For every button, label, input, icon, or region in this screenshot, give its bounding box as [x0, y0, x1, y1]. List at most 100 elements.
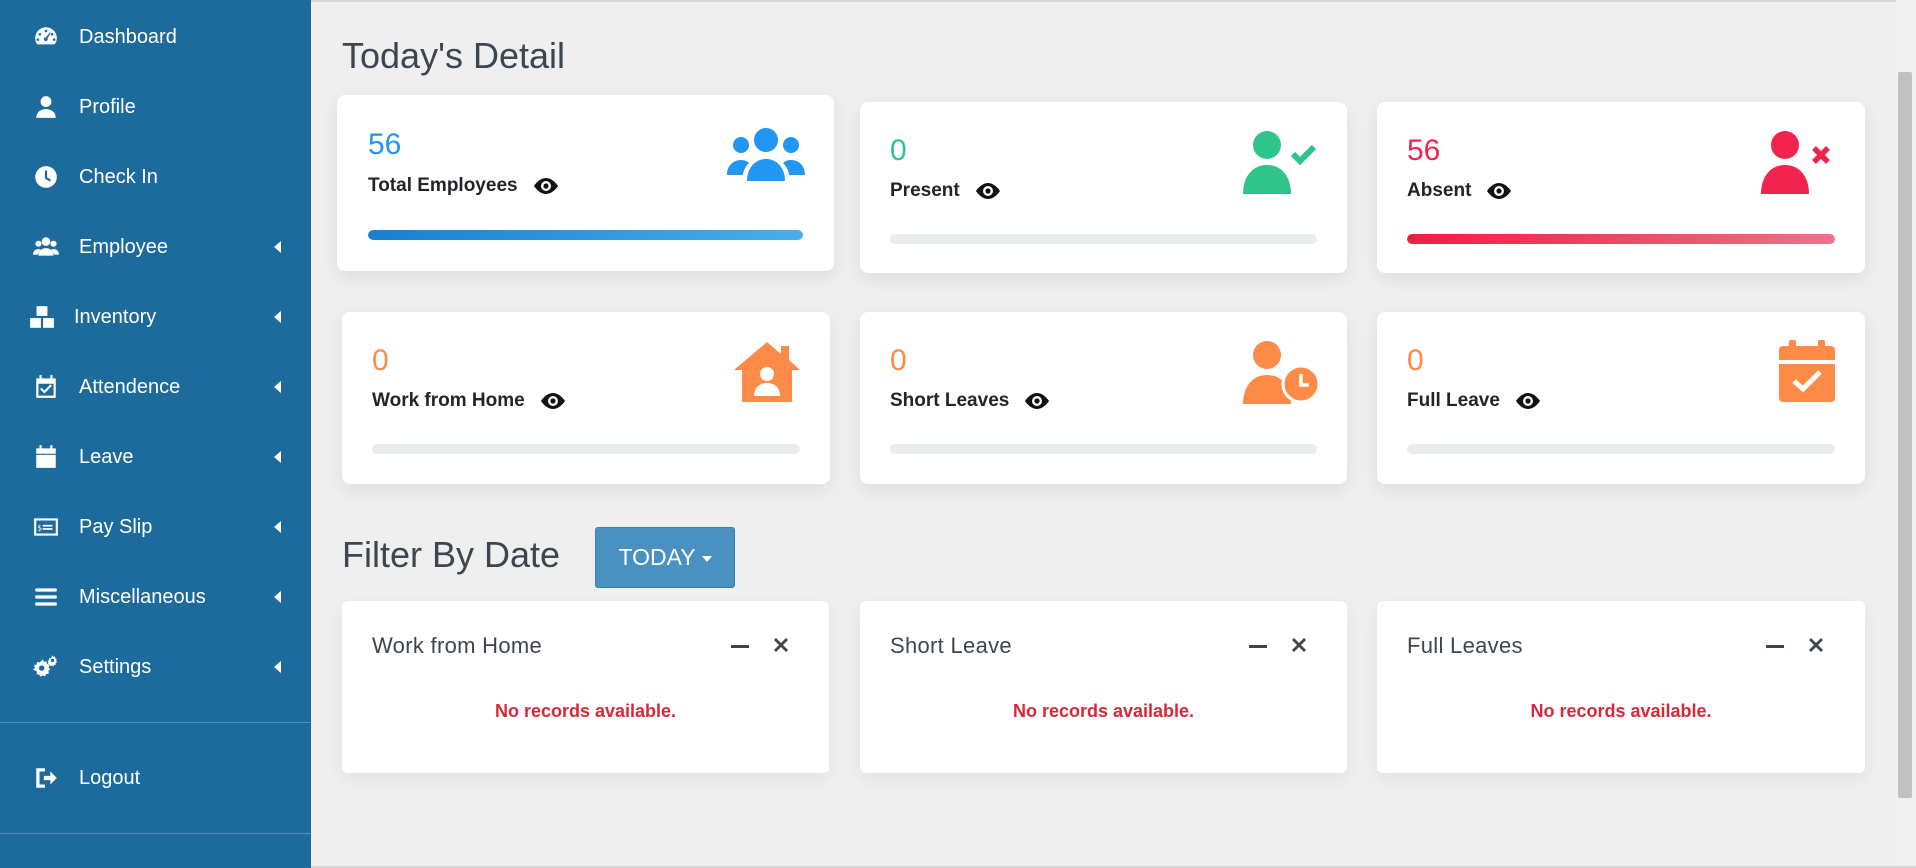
users-icon	[31, 232, 61, 262]
stat-count: 0	[1407, 344, 1424, 377]
page-title: Today's Detail	[342, 35, 565, 76]
sidebar-item-dashboard[interactable]: Dashboard	[0, 15, 311, 59]
minimize-icon[interactable]	[731, 645, 749, 648]
progress-fill	[368, 230, 803, 240]
sidebar-item-label: Miscellaneous	[79, 585, 206, 608]
scrollbar-thumb[interactable]	[1898, 72, 1912, 798]
progress-bar	[890, 444, 1317, 454]
users-icon	[727, 125, 805, 181]
sign-out-icon	[31, 763, 61, 793]
stat-card-short-leaves: 0 Short Leaves	[860, 312, 1347, 484]
stat-count: 0	[372, 344, 389, 377]
caret-down-icon	[701, 555, 712, 562]
bars-icon	[31, 582, 61, 612]
sidebar-item-profile[interactable]: Profile	[0, 85, 311, 129]
stat-card-absent: 56 Absent	[1377, 102, 1865, 273]
date-filter-label: TODAY	[618, 544, 696, 570]
chevron-left-icon	[274, 381, 281, 393]
sidebar-divider	[0, 833, 311, 834]
sidebar-item-label: Attendence	[79, 375, 181, 398]
stat-card-work-from-home: 0 Work from Home	[342, 312, 830, 484]
stat-card-full-leave: 0 Full Leave	[1377, 312, 1865, 484]
stat-card-present: 0 Present	[860, 102, 1347, 273]
stat-label-text: Full Leave	[1407, 390, 1500, 411]
sidebar-item-label: Profile	[79, 95, 136, 118]
sidebar-item-settings[interactable]: Settings	[0, 645, 311, 689]
sidebar-item-miscellaneous[interactable]: Miscellaneous	[0, 575, 311, 619]
panel-full-leaves: Full Leaves No records available.	[1377, 601, 1865, 773]
chevron-left-icon	[274, 661, 281, 673]
panel-title: Short Leave	[890, 633, 1012, 658]
sidebar: Dashboard Profile Check In Employee Inve…	[0, 0, 311, 868]
panel-short-leave: Short Leave No records available.	[860, 601, 1347, 773]
chevron-left-icon	[274, 311, 281, 323]
sidebar-item-label: Pay Slip	[79, 515, 153, 538]
sidebar-item-logout[interactable]: Logout	[0, 756, 311, 800]
calendar-check-icon	[1779, 340, 1835, 402]
progress-bar	[1407, 234, 1835, 244]
progress-bar	[368, 230, 803, 240]
close-icon[interactable]	[1288, 634, 1310, 656]
stat-card-total-employees: 56 Total Employees	[337, 95, 834, 271]
svg-text:$: $	[37, 523, 42, 532]
empty-message: No records available.	[1530, 701, 1712, 721]
sidebar-item-label: Dashboard	[79, 25, 177, 48]
sidebar-item-label: Leave	[79, 445, 134, 468]
date-filter-dropdown[interactable]: TODAY	[595, 527, 735, 588]
money-check-icon: $	[31, 512, 61, 542]
top-border	[311, 0, 1916, 2]
filter-title: Filter By Date	[342, 534, 561, 575]
stat-count: 0	[890, 134, 907, 167]
panel-title: Full Leaves	[1407, 633, 1523, 658]
stat-label: Present	[890, 180, 1002, 202]
eye-icon[interactable]	[1023, 391, 1051, 411]
stat-label: Short Leaves	[890, 390, 1051, 412]
stat-label: Full Leave	[1407, 390, 1542, 412]
sidebar-item-label: Check In	[79, 165, 158, 188]
eye-icon[interactable]	[974, 181, 1002, 201]
stat-label-text: Work from Home	[372, 390, 525, 411]
close-icon[interactable]	[770, 634, 792, 656]
house-user-icon	[732, 340, 802, 402]
sidebar-item-label: Settings	[79, 655, 152, 678]
sidebar-item-inventory[interactable]: Inventory	[0, 295, 311, 339]
sidebar-item-employee[interactable]: Employee	[0, 225, 311, 269]
empty-message: No records available.	[494, 701, 677, 721]
chevron-left-icon	[274, 451, 281, 463]
sidebar-item-pay-slip[interactable]: $ Pay Slip	[0, 505, 311, 549]
sidebar-item-leave[interactable]: Leave	[0, 435, 311, 479]
panel-work-from-home: Work from Home No records available.	[342, 601, 829, 773]
eye-icon[interactable]	[1514, 391, 1542, 411]
user-icon	[31, 92, 61, 122]
sidebar-item-check-in[interactable]: Check In	[0, 155, 311, 199]
stat-label: Work from Home	[372, 390, 567, 412]
dashboard-icon	[31, 22, 61, 52]
eye-icon[interactable]	[532, 176, 560, 196]
sidebar-item-attendence[interactable]: Attendence	[0, 365, 311, 409]
user-clock-icon	[1241, 340, 1321, 404]
stat-count: 56	[368, 128, 402, 161]
chevron-left-icon	[274, 591, 281, 603]
stat-label-text: Absent	[1407, 180, 1472, 201]
eye-icon[interactable]	[1485, 181, 1513, 201]
minimize-icon[interactable]	[1249, 645, 1267, 648]
stat-label: Total Employees	[368, 175, 560, 197]
clock-icon	[31, 162, 61, 192]
close-icon[interactable]	[1805, 634, 1827, 656]
gears-icon	[31, 652, 61, 682]
stat-label-text: Total Employees	[368, 175, 518, 196]
sidebar-item-label: Employee	[79, 235, 168, 258]
sidebar-item-label: Inventory	[74, 305, 157, 328]
progress-bar	[372, 444, 800, 454]
stat-label-text: Present	[890, 180, 960, 201]
minimize-icon[interactable]	[1766, 645, 1784, 648]
progress-bar	[890, 234, 1317, 244]
eye-icon[interactable]	[539, 391, 567, 411]
stat-label: Absent	[1407, 180, 1513, 202]
boxes-icon	[27, 302, 57, 332]
chevron-left-icon	[274, 521, 281, 533]
stat-count: 0	[890, 344, 907, 377]
user-check-icon	[1241, 130, 1321, 194]
panel-title: Work from Home	[372, 633, 543, 658]
progress-bar	[1407, 444, 1835, 454]
